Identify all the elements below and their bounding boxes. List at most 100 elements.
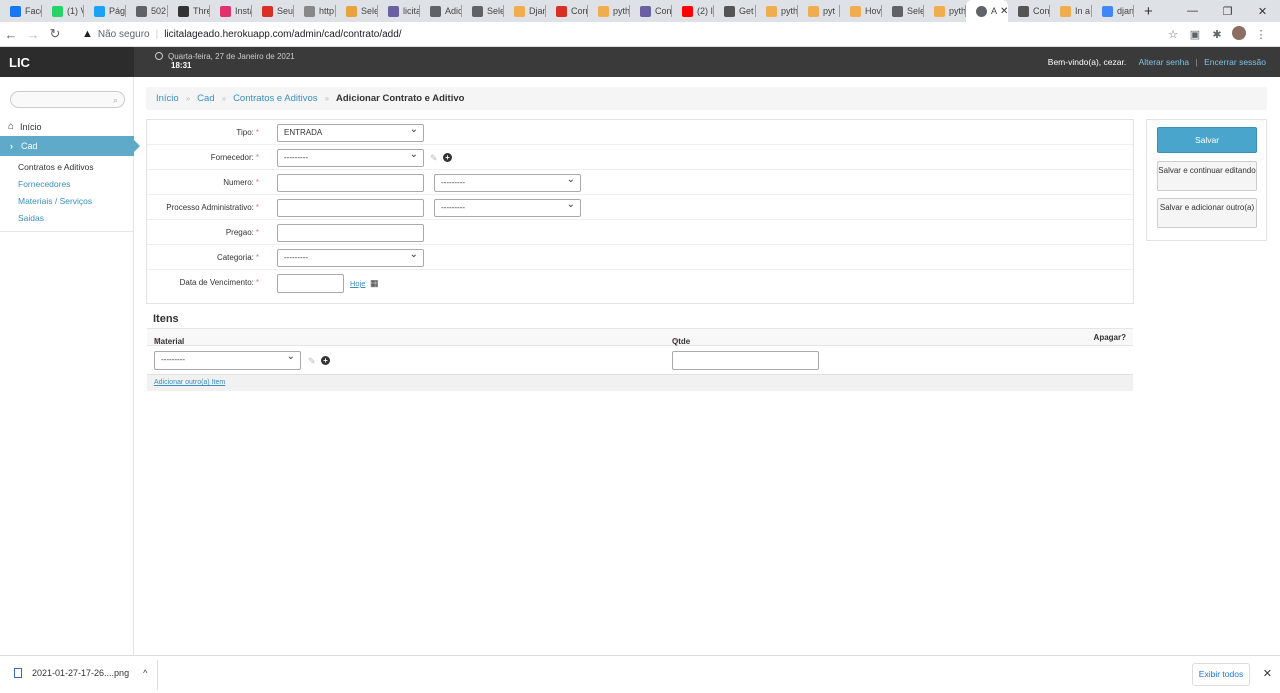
browser-tab[interactable]: pyth bbox=[756, 0, 798, 22]
sidebar-item-saidas[interactable]: Saidas bbox=[18, 213, 94, 223]
browser-tab[interactable]: Thre bbox=[168, 0, 210, 22]
browser-tab[interactable]: Get bbox=[714, 0, 756, 22]
address-bar[interactable]: ▲ Não seguro | licitalageado.herokuapp.c… bbox=[82, 28, 402, 40]
browser-tab[interactable]: Hov bbox=[840, 0, 882, 22]
breadcrumb-home[interactable]: Início bbox=[156, 93, 179, 104]
sidebar-item-fornecedores[interactable]: Fornecedores bbox=[18, 179, 94, 189]
chevron-up-icon[interactable]: ^ bbox=[143, 668, 147, 678]
fornecedor-select[interactable]: --------- bbox=[277, 149, 424, 167]
browser-tab[interactable]: Face bbox=[0, 0, 42, 22]
sidebar-item-home[interactable]: ⌂ Início bbox=[8, 121, 42, 132]
favicon-icon bbox=[136, 5, 147, 17]
favicon-icon bbox=[724, 5, 735, 17]
browser-tab[interactable]: Sele bbox=[336, 0, 378, 22]
browser-tab[interactable]: Con bbox=[630, 0, 672, 22]
browser-tab[interactable]: pyt bbox=[798, 0, 840, 22]
today-link[interactable]: Hoje bbox=[350, 279, 365, 288]
browser-tab[interactable]: Con bbox=[1008, 0, 1050, 22]
sidebar-item-contratos[interactable]: Contratos e Aditivos bbox=[18, 162, 94, 172]
add-plus-icon[interactable]: + bbox=[443, 153, 452, 162]
close-tab-icon[interactable]: ✕ bbox=[1000, 6, 1008, 17]
favicon-icon bbox=[178, 5, 189, 17]
close-window-icon[interactable]: ✕ bbox=[1245, 5, 1280, 18]
save-add-another-button[interactable]: Salvar e adicionar outro(a) bbox=[1157, 198, 1257, 228]
breadcrumb-app[interactable]: Cad bbox=[197, 93, 214, 104]
forward-icon[interactable]: → bbox=[22, 27, 44, 42]
sidebar-item-materiais[interactable]: Materiais / Serviços bbox=[18, 196, 94, 206]
tab-label: Corr bbox=[571, 6, 588, 16]
field-label: Numero: * bbox=[223, 178, 259, 187]
breadcrumb-model[interactable]: Contratos e Aditivos bbox=[233, 93, 318, 104]
change-password-link[interactable]: Alterar senha bbox=[1139, 57, 1190, 67]
divider bbox=[0, 231, 134, 232]
numero-input[interactable] bbox=[277, 174, 424, 192]
browser-tab[interactable]: pyth bbox=[924, 0, 966, 22]
browser-tab[interactable]: In a bbox=[1050, 0, 1092, 22]
browser-toolbar: ← → ↻ ▲ Não seguro | licitalageado.herok… bbox=[0, 22, 1280, 47]
material-select[interactable]: --------- bbox=[154, 351, 301, 370]
tab-label: djan bbox=[1117, 6, 1134, 16]
favicon-icon bbox=[682, 5, 693, 17]
back-icon[interactable]: ← bbox=[0, 27, 22, 42]
extension-icon[interactable]: ▣ bbox=[1184, 28, 1206, 41]
favicon-icon bbox=[1018, 5, 1029, 17]
sidebar-item-label: Início bbox=[20, 121, 42, 132]
save-button[interactable]: Salvar bbox=[1157, 127, 1257, 153]
close-icon[interactable]: ✕ bbox=[1263, 667, 1272, 680]
processo-input[interactable] bbox=[277, 199, 424, 217]
browser-tab[interactable]: djan bbox=[1092, 0, 1134, 22]
browser-tab[interactable]: 502 bbox=[126, 0, 168, 22]
form-row-processo: Processo Administrativo: * --------- bbox=[147, 195, 1133, 220]
submit-row: Salvar Salvar e continuar editando Salva… bbox=[1146, 119, 1267, 241]
download-item[interactable]: 2021-01-27-17-26....png ^ bbox=[14, 668, 147, 678]
browser-tab[interactable]: http bbox=[294, 0, 336, 22]
favicon-icon bbox=[220, 5, 231, 17]
browser-tab[interactable]: Seu bbox=[252, 0, 294, 22]
show-all-button[interactable]: Exibir todos bbox=[1192, 663, 1250, 686]
form-row-categoria: Categoria: * --------- bbox=[147, 245, 1133, 270]
browser-tab[interactable]: Sele bbox=[882, 0, 924, 22]
add-another-item-link[interactable]: Adicionar outro(a) Item bbox=[154, 379, 225, 386]
qtde-input[interactable] bbox=[672, 351, 819, 370]
welcome-text: Bem-vindo(a), cezar. bbox=[1047, 57, 1127, 67]
browser-tab[interactable]: Adic bbox=[420, 0, 462, 22]
categoria-select[interactable]: --------- bbox=[277, 249, 424, 267]
tipo-select[interactable]: ENTRADA bbox=[277, 124, 424, 142]
numero-select[interactable]: --------- bbox=[434, 174, 581, 192]
tab-label: Seu bbox=[277, 6, 294, 16]
pencil-icon[interactable]: ✎ bbox=[430, 153, 438, 164]
bookmark-star-icon[interactable]: ☆ bbox=[1162, 28, 1184, 41]
pregao-input[interactable] bbox=[277, 224, 424, 242]
browser-tab[interactable]: (2) I bbox=[672, 0, 714, 22]
browser-menu-icon[interactable]: ⋮ bbox=[1250, 28, 1272, 41]
processo-select[interactable]: --------- bbox=[434, 199, 581, 217]
calendar-icon[interactable]: ▦ bbox=[370, 278, 379, 289]
browser-tab[interactable]: Pági bbox=[84, 0, 126, 22]
time-text: 18:31 bbox=[171, 61, 192, 70]
browser-tab[interactable]: Sele bbox=[462, 0, 504, 22]
browser-tab[interactable]: Corr bbox=[546, 0, 588, 22]
brand-logo[interactable]: LIC bbox=[0, 47, 134, 77]
reload-icon[interactable]: ↻ bbox=[44, 26, 66, 42]
minimize-icon[interactable]: — bbox=[1175, 5, 1210, 17]
browser-tab[interactable]: pyth bbox=[588, 0, 630, 22]
sidebar-item-cad[interactable]: › Cad bbox=[0, 136, 140, 156]
tab-label: Thre bbox=[193, 6, 210, 16]
extensions-puzzle-icon[interactable]: ✱ bbox=[1206, 28, 1228, 41]
save-continue-button[interactable]: Salvar e continuar editando bbox=[1157, 161, 1257, 191]
browser-tab-active[interactable]: A ✕ bbox=[966, 0, 1008, 22]
browser-tab[interactable]: licita bbox=[378, 0, 420, 22]
browser-tab[interactable]: Djan bbox=[504, 0, 546, 22]
profile-avatar[interactable] bbox=[1228, 26, 1250, 43]
browser-tab[interactable]: Insta bbox=[210, 0, 252, 22]
pencil-icon[interactable]: ✎ bbox=[308, 356, 316, 367]
new-tab-icon[interactable]: + bbox=[1144, 3, 1153, 20]
favicon-icon bbox=[52, 5, 63, 17]
browser-tab[interactable]: (1) V bbox=[42, 0, 84, 22]
sidebar-search-input[interactable]: ⌕ bbox=[10, 91, 125, 108]
add-plus-icon[interactable]: + bbox=[321, 356, 330, 365]
logout-link[interactable]: Encerrar sessão bbox=[1204, 57, 1266, 67]
restore-icon[interactable]: ❐ bbox=[1210, 5, 1245, 18]
vencimento-date-input[interactable] bbox=[277, 274, 344, 293]
favicon-icon bbox=[556, 5, 567, 17]
